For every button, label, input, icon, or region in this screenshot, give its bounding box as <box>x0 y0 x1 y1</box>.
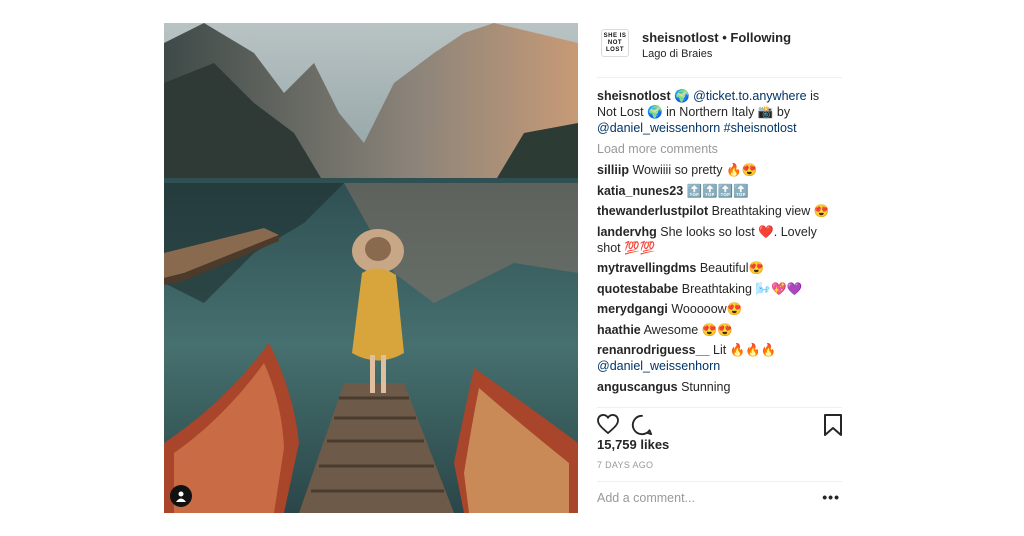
comment-item: landervhg She looks so lost ❤️. Lovely s… <box>597 224 842 256</box>
comment-text: Lit 🔥🔥🔥 <box>713 343 777 357</box>
comment-text: Stunning <box>681 379 731 394</box>
user-tag-button[interactable] <box>170 485 192 507</box>
comment-item: katia_nunes23 🔝🔝🔝🔝 <box>597 183 842 199</box>
caption-text: by <box>776 105 791 119</box>
post-header: SHE IS NOT LOST sheisnotlost • Following… <box>597 23 842 78</box>
camera-emoji: 📸 <box>757 105 774 119</box>
avatar-text-line: NOT <box>607 39 623 46</box>
post-timestamp: 7 DAYS AGO <box>597 460 654 470</box>
avatar-text-line: SHE IS <box>603 32 627 39</box>
comment-item: renanrodriguess__ Lit 🔥🔥🔥 @daniel_weisse… <box>597 342 842 374</box>
comment-item: merydgangi Wooooow😍 <box>597 301 842 317</box>
avatar[interactable]: SHE IS NOT LOST <box>601 29 629 57</box>
comment-item: anguscangus Stunning <box>597 379 842 395</box>
comment-username[interactable]: landervhg <box>597 225 657 239</box>
caption: sheisnotlost 🌍 @ticket.to.anywhere is No… <box>597 88 842 136</box>
comments-list[interactable]: sheisnotlost 🌍 @ticket.to.anywhere is No… <box>597 88 842 400</box>
caption-username[interactable]: sheisnotlost <box>597 89 671 103</box>
comment-username[interactable]: quotestababe <box>597 282 678 296</box>
hashtag-link[interactable]: #sheisnotlost <box>724 121 797 135</box>
globe-emoji: 🌍 <box>647 105 663 119</box>
comment-text: Wooooow😍 <box>671 302 743 316</box>
comment-item: silliip Wowiiii so pretty 🔥😍 <box>597 162 842 178</box>
comment-username[interactable]: haathie <box>597 323 641 337</box>
comment-username[interactable]: merydgangi <box>597 302 668 316</box>
post-panel: SHE IS NOT LOST sheisnotlost • Following… <box>597 23 842 513</box>
bookmark-icon[interactable] <box>824 414 842 436</box>
caption-text: in Northern Italy <box>666 105 755 119</box>
comment-item: thewanderlustpilot Breathtaking view 😍 <box>597 203 842 219</box>
header-separator: • <box>722 30 727 45</box>
comment-item: haathie Awesome 😍😍 <box>597 322 842 338</box>
comment-username[interactable]: silliip <box>597 163 629 177</box>
comment-item: mytravellingdms Beautiful😍 <box>597 260 842 276</box>
photo-scene <box>164 23 578 513</box>
comment-text: Breathtaking view 😍 <box>711 204 830 218</box>
comment-text: Breathtaking 🌬️💖💜 <box>681 281 803 296</box>
more-options-button[interactable]: ••• <box>822 489 840 505</box>
following-button[interactable]: Following <box>730 30 791 45</box>
avatar-text-line: LOST <box>606 46 624 53</box>
location-link[interactable]: Lago di Braies <box>642 48 712 60</box>
user-tag-icon <box>176 491 186 502</box>
post-photo[interactable] <box>164 23 578 513</box>
comment-username[interactable]: katia_nunes23 <box>597 184 683 198</box>
mention-link[interactable]: @daniel_weissenhorn <box>597 121 720 135</box>
add-comment-row: ••• <box>597 481 842 514</box>
comment-item: quotestababe Breathtaking 🌬️💖💜 <box>597 281 842 297</box>
action-bar <box>597 407 842 436</box>
likes-count[interactable]: 15,759 likes <box>597 437 669 452</box>
heart-icon[interactable] <box>597 414 619 434</box>
comment-icon[interactable] <box>631 414 653 436</box>
header-username[interactable]: sheisnotlost <box>642 30 719 45</box>
comment-text: Beautiful😍 <box>699 261 765 275</box>
add-comment-input[interactable] <box>597 491 807 505</box>
comment-text: Wowiiii so pretty 🔥😍 <box>632 163 758 177</box>
globe-emoji: 🌍 <box>674 89 690 103</box>
comment-username[interactable]: renanrodriguess__ <box>597 343 710 357</box>
comment-username[interactable]: anguscangus <box>597 380 678 394</box>
comment-text: 🔝🔝🔝🔝 <box>686 183 749 198</box>
comment-text: Awesome 😍😍 <box>643 322 733 337</box>
mention-link[interactable]: @ticket.to.anywhere <box>693 89 806 103</box>
comment-username[interactable]: thewanderlustpilot <box>597 204 708 218</box>
load-more-comments-button[interactable]: Load more comments <box>597 141 842 157</box>
comment-username[interactable]: mytravellingdms <box>597 261 696 275</box>
mention-link[interactable]: @daniel_weissenhorn <box>597 359 720 373</box>
